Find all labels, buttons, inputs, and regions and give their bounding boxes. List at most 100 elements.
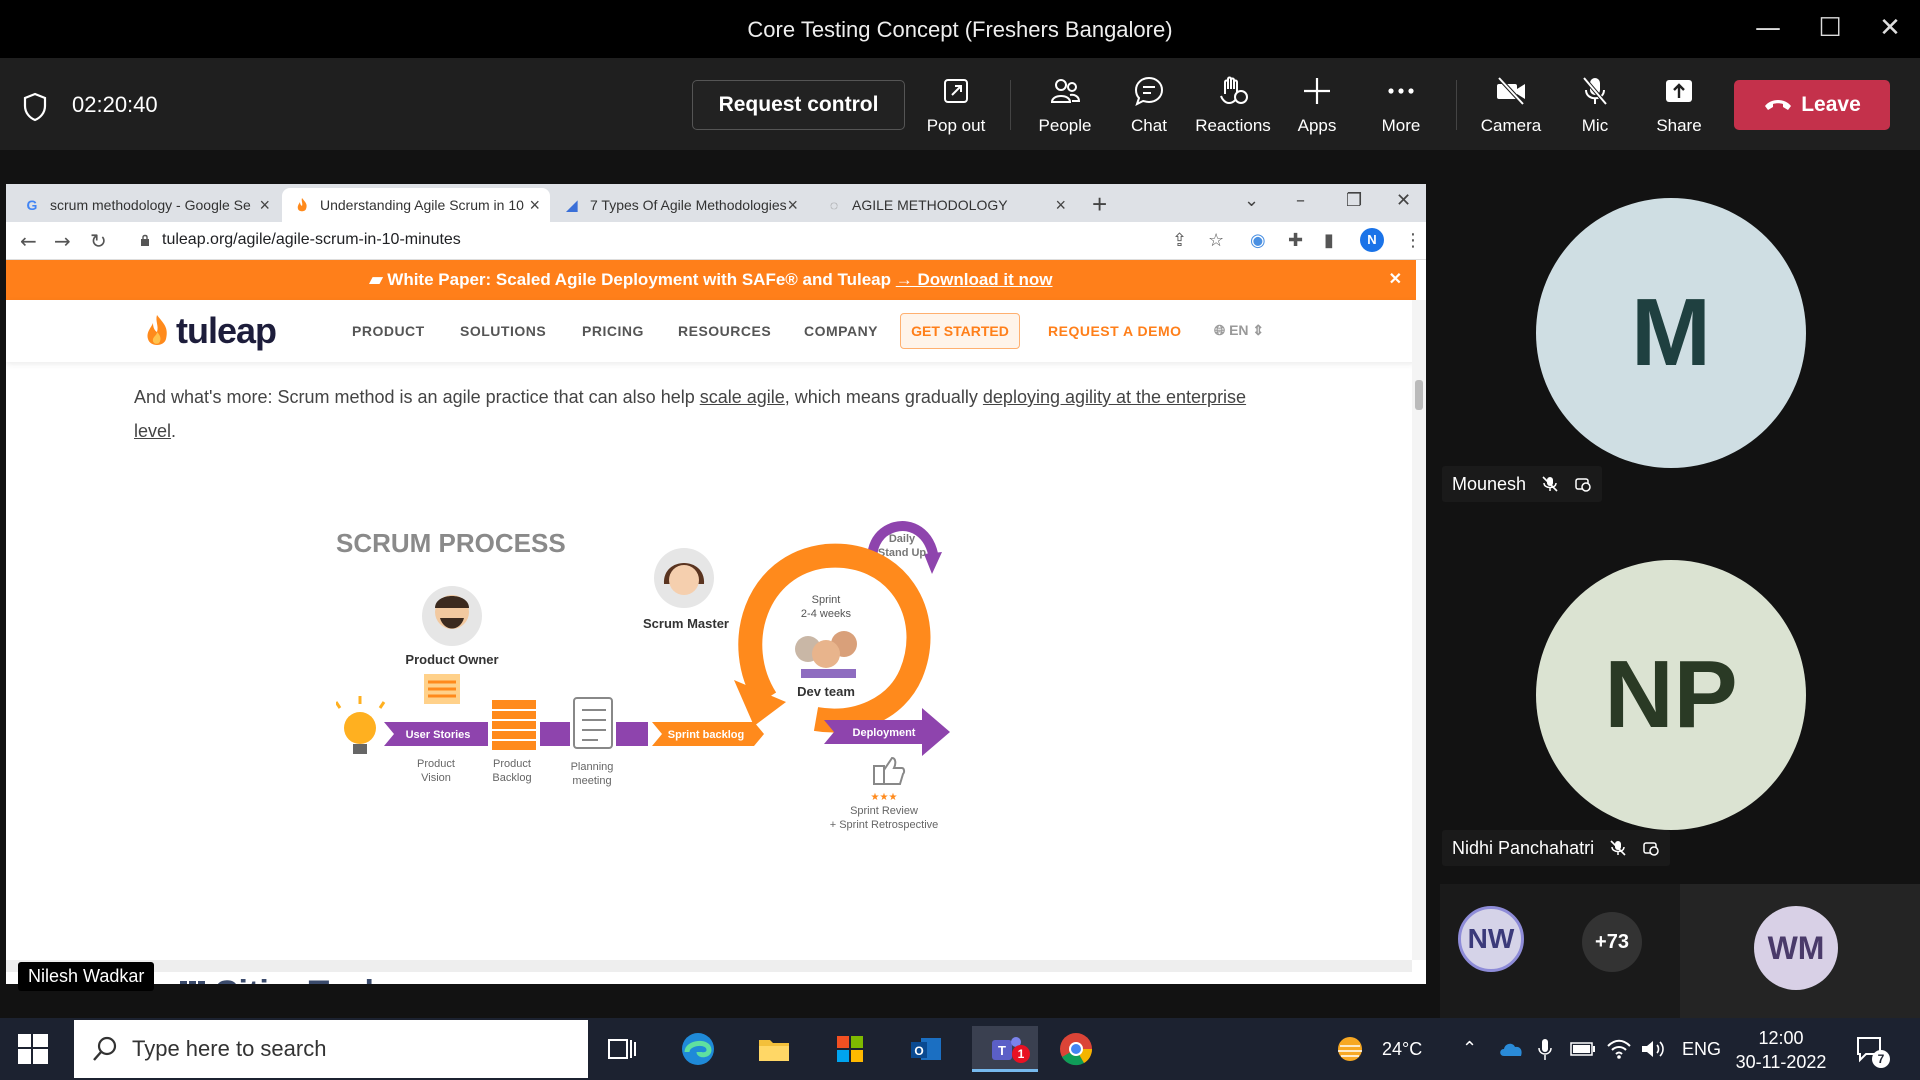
horizontal-scrollbar[interactable] bbox=[6, 960, 1412, 972]
request-demo-link[interactable]: REQUEST A DEMO bbox=[1048, 323, 1182, 339]
close-icon[interactable]: ✕ bbox=[1872, 12, 1908, 44]
deployment-label: Deployment bbox=[853, 727, 916, 739]
battery-icon[interactable] bbox=[1570, 1042, 1596, 1056]
tab-close-icon[interactable]: × bbox=[1055, 188, 1066, 222]
apps-label: Apps bbox=[1297, 116, 1337, 135]
chat-label: Chat bbox=[1131, 116, 1167, 135]
extension-icon[interactable]: ◉ bbox=[1250, 229, 1266, 253]
new-tab-icon[interactable]: + bbox=[1092, 188, 1107, 220]
reload-icon[interactable]: ↻ bbox=[90, 226, 107, 256]
language-selector[interactable]: 🌐︎ EN ⇕ bbox=[1214, 322, 1264, 339]
windows-start-icon[interactable] bbox=[18, 1034, 48, 1064]
microsoft-store-icon[interactable] bbox=[820, 1026, 880, 1072]
browser-restore-icon[interactable]: ❐ bbox=[1346, 186, 1362, 216]
nav-company[interactable]: COMPANY bbox=[804, 323, 878, 339]
banner-close-icon[interactable]: ✕ bbox=[1389, 260, 1402, 300]
tab-label: 7 Types Of Agile Methodologies bbox=[590, 197, 787, 213]
browser-tab[interactable]: ◢ 7 Types Of Agile Methodologies × bbox=[552, 188, 808, 222]
vertical-scrollbar[interactable] bbox=[1412, 300, 1426, 960]
browser-tab-active[interactable]: Understanding Agile Scrum in 10 × bbox=[282, 188, 550, 222]
logo-text: tuleap bbox=[176, 310, 277, 351]
forward-icon[interactable]: → bbox=[54, 226, 71, 256]
product-owner-label: Product Owner bbox=[405, 652, 498, 667]
tab-close-icon[interactable]: × bbox=[259, 188, 270, 222]
tab-close-icon[interactable]: × bbox=[787, 188, 798, 222]
browser-menu-icon[interactable]: ⋮ bbox=[1404, 229, 1422, 253]
wifi-icon[interactable] bbox=[1606, 1038, 1632, 1060]
taskbar-search-box[interactable]: Type here to search bbox=[74, 1020, 588, 1078]
nav-product[interactable]: PRODUCT bbox=[352, 323, 425, 339]
file-explorer-icon[interactable] bbox=[744, 1026, 804, 1072]
scrum-master-avatar bbox=[654, 548, 714, 608]
toolbar-divider bbox=[1456, 80, 1457, 130]
volume-icon[interactable] bbox=[1640, 1038, 1666, 1060]
browser-tab[interactable]: ◌ AGILE METHODOLOGY × bbox=[814, 188, 1076, 222]
tuleap-flame-icon bbox=[147, 315, 167, 345]
get-started-button[interactable]: GET STARTED bbox=[900, 313, 1020, 349]
light-bulb-icon bbox=[336, 696, 386, 754]
tab-search-icon[interactable]: ⌄ bbox=[1244, 186, 1259, 216]
browser-close-icon[interactable]: ✕ bbox=[1396, 186, 1411, 216]
toolbar-divider bbox=[1010, 80, 1011, 130]
url-field[interactable]: tuleap.org/agile/agile-scrum-in-10-minut… bbox=[162, 231, 461, 249]
scrollbar-thumb[interactable] bbox=[1415, 380, 1423, 410]
sprint-duration-label: 2-4 weeks bbox=[801, 608, 852, 620]
back-icon[interactable]: ← bbox=[20, 226, 37, 256]
nav-resources[interactable]: RESOURCES bbox=[678, 323, 771, 339]
chat-button[interactable]: Chat bbox=[1108, 72, 1190, 136]
banner-download-link[interactable]: → Download it now bbox=[896, 270, 1053, 289]
participant-avatar-small[interactable]: NW bbox=[1458, 906, 1524, 972]
clock-date: 30-11-2022 bbox=[1735, 1052, 1827, 1072]
minimize-icon[interactable]: — bbox=[1750, 12, 1786, 44]
participant-avatar[interactable]: M bbox=[1536, 198, 1806, 468]
camera-label: Camera bbox=[1480, 116, 1542, 135]
search-placeholder: Type here to search bbox=[132, 1036, 327, 1061]
clock-time: 12:00 bbox=[1758, 1028, 1804, 1048]
weather-temperature[interactable]: 24°C bbox=[1382, 1018, 1422, 1080]
more-participants-badge[interactable]: +73 bbox=[1582, 912, 1642, 972]
input-language[interactable]: ENG bbox=[1682, 1018, 1721, 1080]
onedrive-icon[interactable] bbox=[1498, 1040, 1524, 1058]
system-clock[interactable]: 12:00 30-11-2022 bbox=[1726, 1026, 1836, 1074]
meeting-timer: 02:20:40 bbox=[72, 92, 158, 117]
side-panel-icon[interactable]: ▮ bbox=[1324, 229, 1334, 253]
nav-pricing[interactable]: PRICING bbox=[582, 323, 644, 339]
teams-icon[interactable]: T1 bbox=[972, 1026, 1038, 1072]
brand-text: CitiusTech bbox=[214, 974, 385, 984]
mic-button[interactable]: Mic bbox=[1554, 72, 1636, 136]
people-button[interactable]: People bbox=[1024, 72, 1106, 136]
tab-close-icon[interactable]: × bbox=[529, 188, 540, 222]
task-view-icon[interactable] bbox=[592, 1026, 652, 1072]
apps-button[interactable]: Apps bbox=[1276, 72, 1358, 136]
more-button[interactable]: More bbox=[1360, 72, 1442, 136]
outlook-icon[interactable]: O bbox=[896, 1026, 956, 1072]
pin-icon bbox=[1643, 842, 1659, 856]
participant-avatar[interactable]: NP bbox=[1536, 560, 1806, 830]
camera-button[interactable]: Camera bbox=[1470, 72, 1552, 136]
tuleap-logo[interactable]: tuleap bbox=[142, 310, 277, 352]
extensions-puzzle-icon[interactable]: ✚ bbox=[1288, 229, 1303, 253]
pop-out-button[interactable]: Pop out bbox=[915, 72, 997, 136]
profile-avatar[interactable]: N bbox=[1360, 228, 1384, 252]
camera-off-icon bbox=[1470, 72, 1552, 112]
request-control-button[interactable]: Request control bbox=[692, 80, 905, 130]
sprint-retrospective-label: + Sprint Retrospective bbox=[830, 819, 939, 831]
participant-avatar-small[interactable]: WM bbox=[1754, 906, 1838, 990]
reactions-button[interactable]: Reactions bbox=[1192, 72, 1274, 136]
edge-browser-icon[interactable] bbox=[668, 1026, 728, 1072]
microphone-tray-icon[interactable] bbox=[1538, 1038, 1552, 1062]
maximize-icon[interactable]: ☐ bbox=[1812, 12, 1848, 44]
more-icon bbox=[1360, 72, 1442, 112]
leave-button[interactable]: Leave bbox=[1734, 80, 1890, 130]
scale-agile-link[interactable]: scale agile bbox=[700, 387, 785, 407]
tray-overflow-chevron-icon[interactable]: ⌃ bbox=[1462, 1018, 1477, 1080]
share-button[interactable]: Share bbox=[1638, 72, 1720, 136]
bookmark-star-icon[interactable]: ☆ bbox=[1208, 229, 1224, 253]
pop-out-icon bbox=[915, 72, 997, 112]
chrome-icon[interactable] bbox=[1046, 1026, 1106, 1072]
nav-solutions[interactable]: SOLUTIONS bbox=[460, 323, 546, 339]
share-page-icon[interactable]: ⇪ bbox=[1172, 229, 1187, 253]
browser-tab[interactable]: G scrum methodology - Google Se × bbox=[12, 188, 280, 222]
mic-off-icon bbox=[1542, 476, 1558, 492]
browser-minimize-icon[interactable]: – bbox=[1296, 186, 1305, 216]
